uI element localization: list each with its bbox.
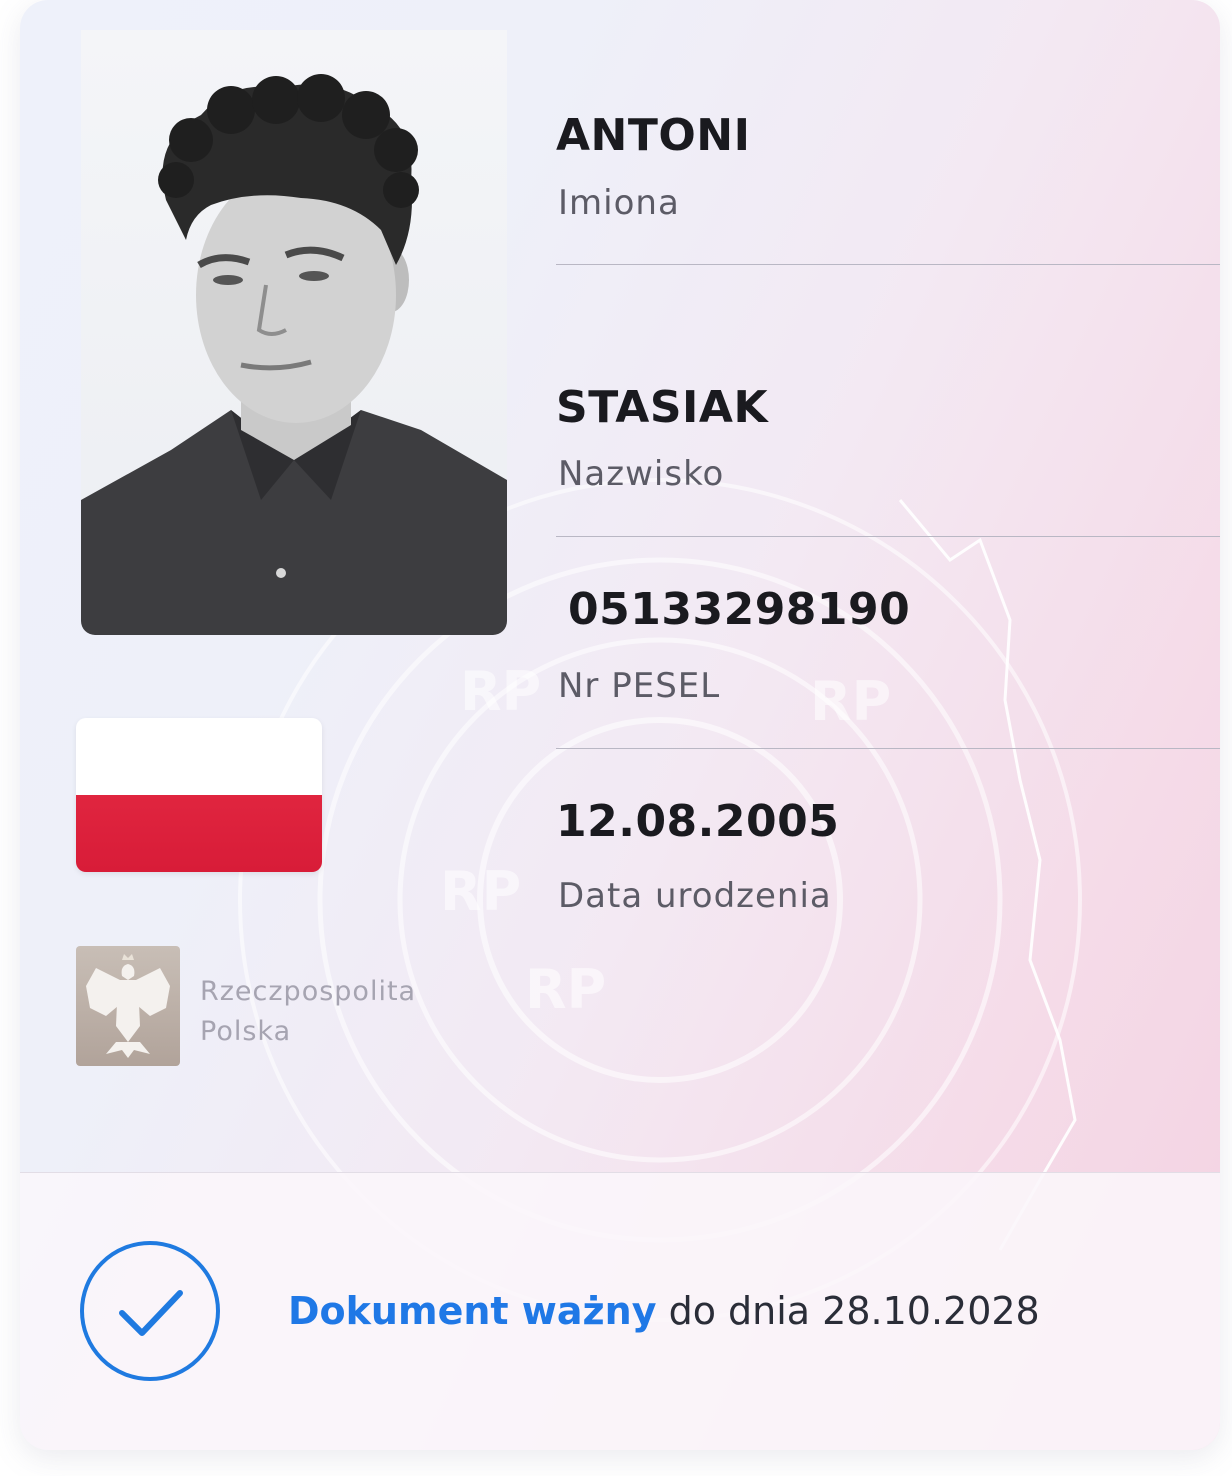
portrait-photo <box>81 30 507 635</box>
divider <box>556 264 1220 265</box>
polish-flag <box>76 718 322 872</box>
validity-date: do dnia 28.10.2028 <box>668 1289 1040 1333</box>
watermark-text: RP <box>440 860 521 923</box>
validity-status: Dokument ważny <box>288 1289 657 1333</box>
divider <box>556 536 1220 537</box>
validity-footer: Dokument ważny do dnia 28.10.2028 <box>20 1172 1220 1450</box>
first-name-label: Imiona <box>558 183 680 223</box>
polish-eagle-emblem-icon <box>76 946 180 1066</box>
first-name-value: ANTONI <box>556 110 751 161</box>
last-name-label: Nazwisko <box>558 454 725 494</box>
watermark-text: RP <box>460 660 541 723</box>
issuer-line-2: Polska <box>200 1016 292 1047</box>
validity-text: Dokument ważny do dnia 28.10.2028 <box>288 1289 1040 1333</box>
watermark-text: RP <box>525 958 606 1021</box>
pesel-label: Nr PESEL <box>558 666 721 706</box>
birth-date-label: Data urodzenia <box>558 876 832 916</box>
checkmark-circle-icon <box>80 1241 220 1381</box>
issuer-line-1: Rzeczpospolita <box>200 976 417 1007</box>
birth-date-value: 12.08.2005 <box>556 796 840 847</box>
id-card: RP RP RP RP Rzeczpospolita Polska ANTONI… <box>20 0 1220 1450</box>
divider <box>556 748 1220 749</box>
last-name-value: STASIAK <box>556 382 769 433</box>
watermark-text: RP <box>810 670 891 733</box>
pesel-value: 05133298190 <box>568 584 911 635</box>
issuer-text: Rzeczpospolita Polska <box>200 972 416 1052</box>
